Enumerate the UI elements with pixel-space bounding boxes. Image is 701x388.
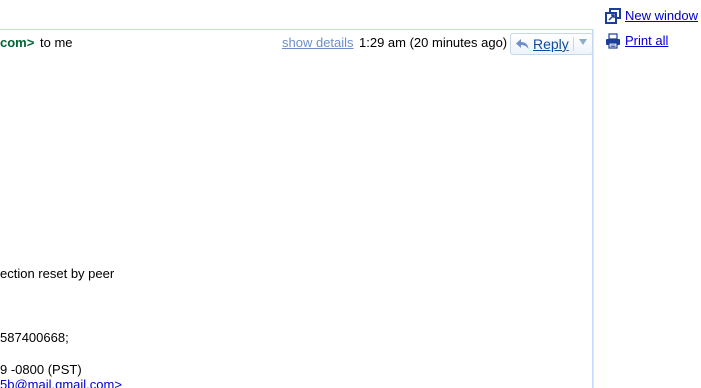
sender-email[interactable]: com> (0, 35, 34, 50)
chevron-down-icon (579, 39, 587, 45)
reply-label[interactable]: Reply (533, 36, 569, 52)
reply-more-dropdown[interactable] (574, 34, 592, 54)
body-line-3: 9 -0800 (PST) (0, 362, 82, 377)
reply-button-group: Reply (510, 33, 593, 55)
printer-icon (605, 33, 621, 49)
body-line-1: ection reset by peer (0, 266, 115, 281)
message-card: com> to me show details 1:29 am (20 minu… (0, 29, 593, 388)
reply-arrow-icon (515, 37, 530, 51)
reply-button[interactable]: Reply (511, 34, 572, 54)
print-all-label[interactable]: Print all (625, 33, 668, 48)
new-window-icon (605, 8, 621, 24)
message-header: com> to me show details 1:29 am (20 minu… (0, 33, 593, 55)
body-email-link[interactable]: 5b@mail.gmail.com> (0, 377, 122, 388)
new-window-label[interactable]: New window (625, 8, 698, 23)
body-line-2: 587400668; (0, 330, 69, 345)
email-view: New window Print all com> to me show det… (0, 0, 701, 388)
recipient-label: to me (40, 35, 73, 50)
show-details-link[interactable]: show details (282, 35, 354, 50)
message-timestamp: 1:29 am (20 minutes ago) (359, 35, 508, 50)
